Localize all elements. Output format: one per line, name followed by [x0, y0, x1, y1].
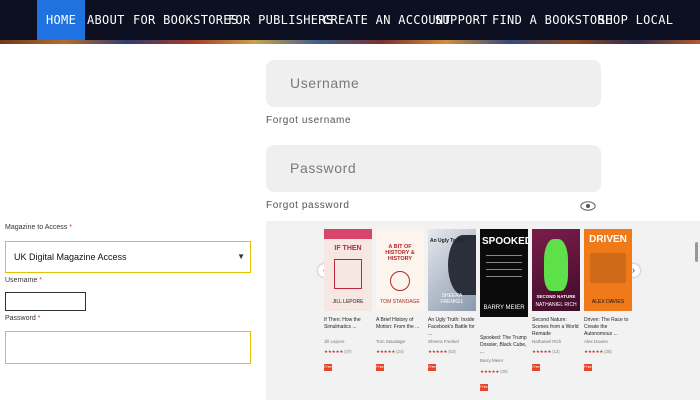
cover-author: TOM STANDAGE — [380, 299, 420, 305]
book-author: Barry Meier — [480, 358, 504, 363]
required-mark: * — [69, 224, 72, 231]
rating-count: (38) — [604, 349, 612, 354]
password-input[interactable]: Password — [266, 145, 601, 192]
password-label-text: Password — [5, 315, 36, 322]
cover-title: An Ugly Truth — [430, 238, 463, 244]
free-badge: Free — [584, 364, 592, 371]
magazine-password-input[interactable] — [5, 331, 251, 364]
book-author: Nathaniel Rich — [532, 339, 562, 344]
decorative-book-strip — [0, 40, 700, 44]
nav-create-account[interactable]: CREATE AN ACCOUNT — [323, 0, 451, 40]
username-label-text: Username — [5, 277, 38, 284]
magazine-label-text: Magazine to Access — [5, 224, 68, 231]
cover-author: SHEERA FRENKEL — [440, 293, 464, 305]
book-card[interactable]: DRIVEN ALEX DAVIES Driven: The Race to C… — [584, 229, 632, 399]
rating-count: (24) — [396, 349, 404, 354]
book-title[interactable]: An Ugly Truth: Inside Facebook's Battle … — [428, 317, 478, 337]
cover-title: SPOOKED — [482, 236, 528, 247]
nav-about[interactable]: ABOUT — [87, 0, 125, 40]
book-card[interactable]: SPOOKED BARRY MEIER Spooked: The Trump D… — [480, 229, 528, 399]
show-password-icon[interactable] — [580, 201, 596, 211]
nav-shop-local[interactable]: SHOP LOCAL — [598, 0, 673, 40]
book-author: Alex Davies — [584, 339, 608, 344]
cover-author: BARRY MEIER — [483, 305, 525, 311]
star-rating: ★★★★★ (30) — [480, 369, 508, 374]
nav-home[interactable]: HOME — [37, 0, 86, 40]
book-title[interactable]: Driven: The Race to Create the Autonomou… — [584, 317, 634, 337]
nav-support[interactable]: SUPPORT — [435, 0, 488, 40]
top-navigation: HOME ABOUT FOR BOOKSTORES FOR PUBLISHERS… — [0, 0, 700, 44]
book-title[interactable]: If Then: How the Simulmatics ... — [324, 317, 374, 331]
cover-title: A BIT OF HISTORY & HISTORY — [385, 244, 415, 262]
rating-count: (63) — [448, 349, 456, 354]
book-cover[interactable]: DRIVEN ALEX DAVIES — [584, 229, 632, 311]
free-badge: Free — [324, 364, 332, 371]
book-cover[interactable]: A BIT OF HISTORY & HISTORY TOM STANDAGE — [376, 229, 424, 311]
book-cover[interactable]: SECOND NATURE NATHANIEL RICH — [532, 229, 580, 311]
book-author: Jill Lepore — [324, 339, 345, 344]
book-card[interactable]: A BIT OF HISTORY & HISTORY TOM STANDAGE … — [376, 229, 424, 399]
chevron-down-icon: ▼ — [237, 252, 245, 261]
magazine-username-input[interactable] — [5, 292, 86, 311]
book-cover[interactable]: SPOOKED BARRY MEIER — [480, 229, 528, 317]
scrollbar[interactable] — [695, 242, 698, 262]
book-card[interactable]: IF THEN JILL LEPORE If Then: How the Sim… — [324, 229, 372, 399]
rating-count: (47) — [344, 349, 352, 354]
star-rating: ★★★★★ (38) — [584, 349, 612, 354]
magazine-label: Magazine to Access * — [5, 224, 72, 231]
free-badge: Free — [428, 364, 436, 371]
star-rating: ★★★★★ (63) — [428, 349, 456, 354]
magazine-select-value: UK Digital Magazine Access — [14, 252, 127, 262]
username-input[interactable]: Username — [266, 60, 601, 107]
required-mark: * — [37, 315, 41, 322]
book-cover[interactable]: An Ugly Truth SHEERA FRENKEL — [428, 229, 476, 311]
nav-for-bookstores[interactable]: FOR BOOKSTORES — [133, 0, 238, 40]
cover-author: JILL LEPORE — [332, 299, 364, 305]
book-author: Tom Standage — [376, 339, 406, 344]
free-badge: Free — [480, 384, 488, 391]
star-rating: ★★★★★ (47) — [324, 349, 352, 354]
cover-title: SECOND NATURE — [536, 294, 576, 299]
book-title[interactable]: Spooked: The Trump Dossier, Black Cube, … — [480, 335, 530, 355]
cover-title: IF THEN — [334, 245, 362, 252]
book-title[interactable]: Second Nature: Scenes from a World Remad… — [532, 317, 582, 337]
book-card[interactable]: SECOND NATURE NATHANIEL RICH Second Natu… — [532, 229, 580, 399]
star-rating: ★★★★★ (12) — [532, 349, 560, 354]
free-badge: Free — [532, 364, 540, 371]
forgot-username-link[interactable]: Forgot username — [266, 115, 351, 126]
cover-author: NATHANIEL RICH — [535, 302, 577, 308]
cover-title: DRIVEN — [589, 234, 627, 245]
password-label: Password * — [5, 315, 40, 322]
nav-for-publishers[interactable]: FOR PUBLISHERS — [228, 0, 333, 40]
username-label: Username * — [5, 277, 42, 284]
nav-find-bookstore[interactable]: FIND A BOOKSTORE — [492, 0, 612, 40]
book-card[interactable]: An Ugly Truth SHEERA FRENKEL An Ugly Tru… — [428, 229, 476, 399]
free-badge: Free — [376, 364, 384, 371]
rating-count: (30) — [500, 369, 508, 374]
rating-count: (12) — [552, 349, 560, 354]
required-mark: * — [39, 277, 42, 284]
book-cover[interactable]: IF THEN JILL LEPORE — [324, 229, 372, 311]
book-author: Sheera Frenkel — [428, 339, 459, 344]
forgot-password-link[interactable]: Forgot password — [266, 200, 349, 211]
star-rating: ★★★★★ (24) — [376, 349, 404, 354]
cover-author: ALEX DAVIES — [591, 299, 625, 305]
magazine-select[interactable]: UK Digital Magazine Access ▼ — [5, 241, 251, 273]
book-title[interactable]: A Brief History of Motion: From the ... — [376, 317, 426, 331]
